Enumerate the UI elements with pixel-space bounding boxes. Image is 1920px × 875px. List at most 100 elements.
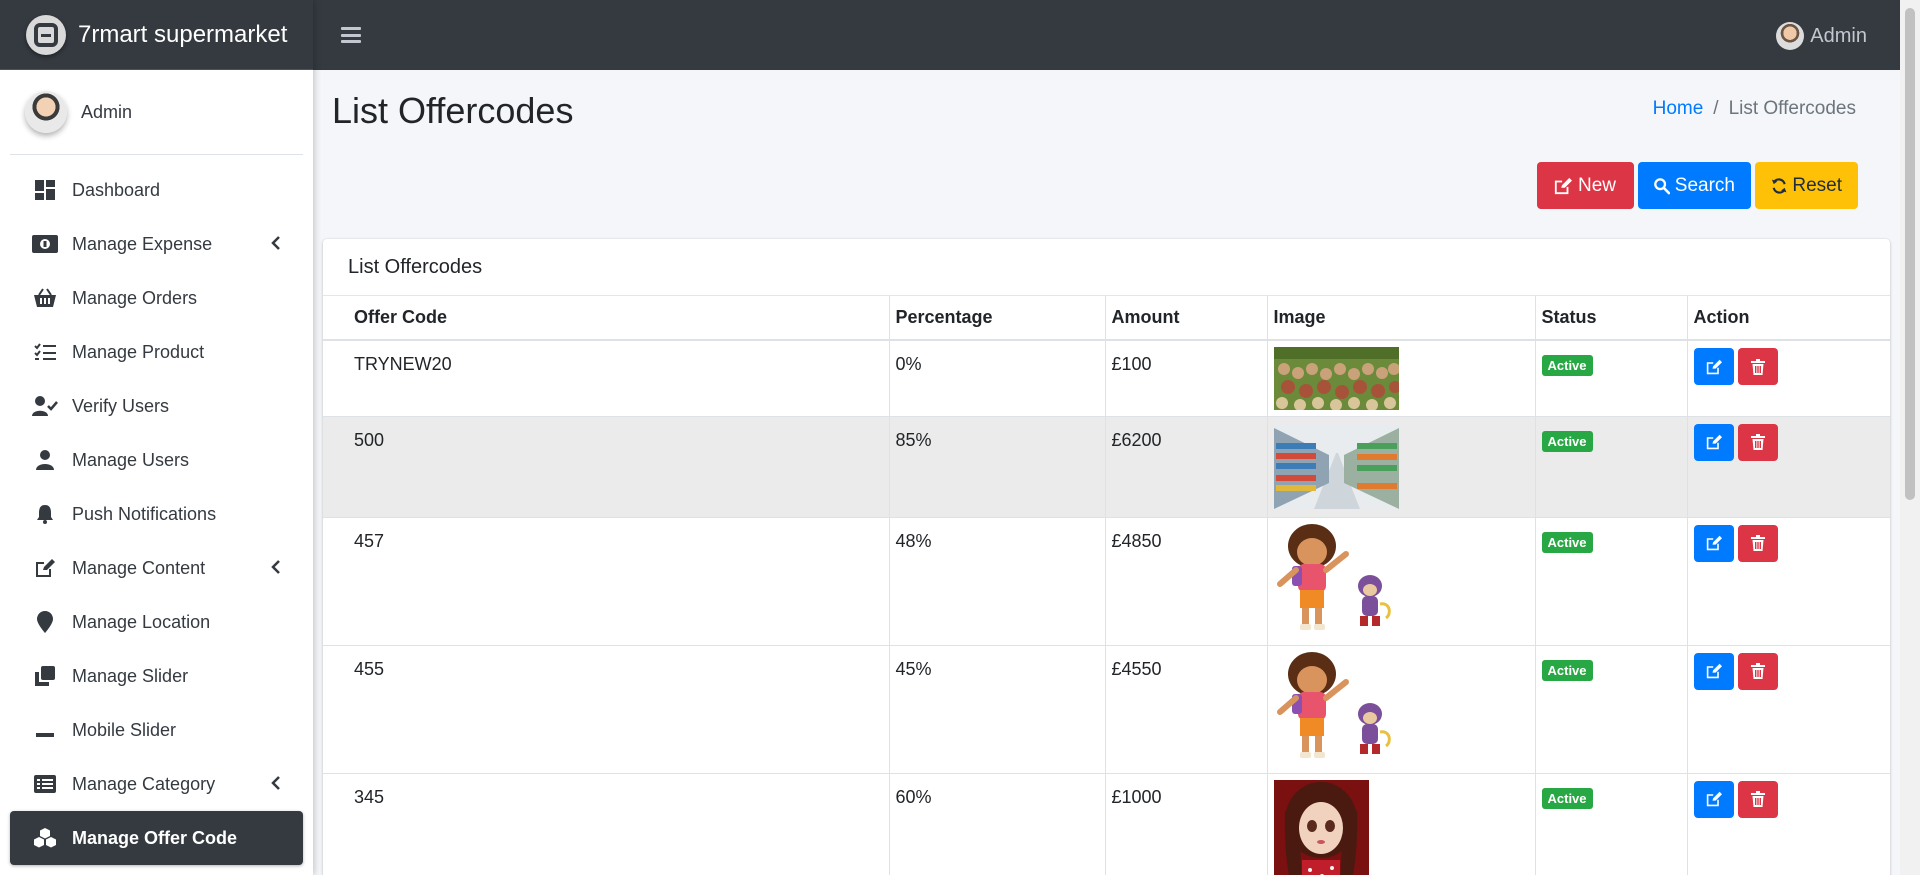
status-badge: Active — [1541, 355, 1593, 376]
new-button-label: New — [1578, 174, 1617, 196]
sidebar-item-label: Manage Slider — [72, 665, 189, 686]
percentage-cell: 48% — [888, 516, 1105, 645]
percentage-cell: 0% — [888, 339, 1105, 416]
trash-icon — [1750, 535, 1765, 551]
sidebar-item-manage-location[interactable]: Manage Location — [10, 595, 303, 649]
breadcrumb-home-link[interactable]: Home — [1653, 98, 1704, 119]
reset-button[interactable]: Reset — [1755, 162, 1858, 209]
row-actions — [1693, 423, 1891, 461]
brand-name: 7rmart supermarket — [78, 20, 288, 48]
column-header: Amount — [1104, 296, 1267, 341]
sync-icon — [1771, 177, 1787, 194]
sidebar-user-name[interactable]: Admin — [81, 102, 132, 123]
sidebar-item-manage-product[interactable]: Manage Product — [10, 325, 303, 379]
edit-button[interactable] — [1693, 652, 1734, 690]
edit-icon — [1554, 177, 1572, 194]
sidebar-item-manage-slider[interactable]: Manage Slider — [10, 649, 303, 703]
toolbar: New Search Reset — [1537, 162, 1858, 209]
cubes-icon — [32, 827, 58, 849]
delete-button[interactable] — [1737, 780, 1778, 818]
main-content: List Offercodes Home / List Offercodes New… — [313, 70, 1900, 875]
sidebar-item-manage-offer-code[interactable]: Manage Offer Code — [10, 811, 303, 865]
offer-image — [1273, 422, 1399, 509]
edit-icon — [1706, 535, 1722, 551]
sidebar-item-label: Manage Content — [72, 557, 206, 578]
sidebar-item-verify-users[interactable]: Verify Users — [10, 379, 303, 433]
page-title: List Offercodes — [332, 90, 574, 131]
breadcrumb-separator: / — [1713, 98, 1719, 119]
offer-code-cell: 457 — [323, 516, 889, 645]
edit-button[interactable] — [1693, 348, 1734, 385]
column-header: Action — [1686, 296, 1890, 341]
percentage-cell: 45% — [888, 644, 1105, 773]
sidebar-item-dashboard[interactable]: Dashboard — [10, 163, 303, 217]
brand-logo-icon — [26, 14, 66, 55]
sidebar-item-manage-expense[interactable]: Manage Expense — [10, 217, 303, 271]
edit-button[interactable] — [1693, 780, 1734, 818]
delete-button[interactable] — [1737, 348, 1778, 385]
delete-button[interactable] — [1737, 423, 1778, 461]
breadcrumb-current: List Offercodes — [1728, 98, 1856, 119]
sidebar-item-mobile-slider[interactable]: Mobile Slider — [10, 703, 303, 757]
trash-icon — [1750, 358, 1765, 375]
offer-code-cell: 500 — [323, 415, 889, 517]
clone-icon — [32, 665, 58, 687]
new-button[interactable]: New — [1537, 162, 1634, 209]
menu-toggle-icon[interactable] — [341, 27, 361, 43]
row-actions — [1693, 652, 1891, 690]
avatar — [1776, 22, 1805, 50]
amount-cell: £4550 — [1104, 644, 1267, 773]
chevron-left-icon — [271, 774, 281, 795]
amount-cell: £100 — [1104, 339, 1267, 416]
breadcrumb: Home / List Offercodes — [1653, 98, 1856, 120]
edit-button[interactable] — [1693, 423, 1734, 461]
search-icon — [1654, 177, 1670, 194]
offer-code-cell: 455 — [323, 644, 889, 773]
offercodes-card: List Offercodes Offer Code Percentage Am… — [323, 239, 1890, 875]
bell-icon — [32, 503, 58, 525]
row-actions — [1693, 348, 1891, 385]
avatar — [25, 91, 67, 133]
percentage-cell: 60% — [888, 772, 1105, 875]
sidebar-item-label: Manage Orders — [72, 287, 198, 308]
minus-icon — [32, 719, 58, 741]
trash-icon — [1750, 434, 1765, 450]
sidebar-item-label: Manage Offer Code — [72, 827, 238, 848]
delete-button[interactable] — [1737, 524, 1778, 562]
sidebar-item-label: Mobile Slider — [72, 719, 177, 740]
sidebar-item-label: Manage Product — [72, 341, 205, 362]
amount-cell: £1000 — [1104, 772, 1267, 875]
amount-cell: £6200 — [1104, 415, 1267, 517]
sidebar-item-manage-content[interactable]: Manage Content — [10, 541, 303, 595]
table-header-row: Offer Code Percentage Amount Image Statu… — [323, 296, 1890, 341]
user-icon — [32, 449, 58, 471]
sidebar: 7rmart supermarket Admin Dashboard Manag… — [0, 0, 313, 875]
scrollbar-thumb[interactable] — [1905, 8, 1915, 500]
offer-code-cell: 345 — [323, 772, 889, 875]
sidebar-item-label: Push Notifications — [72, 503, 217, 524]
brand-link[interactable]: 7rmart supermarket — [0, 0, 313, 70]
offer-image — [1273, 779, 1369, 875]
sidebar-item-manage-orders[interactable]: Manage Orders — [10, 271, 303, 325]
amount-cell: £4850 — [1104, 516, 1267, 645]
money-icon — [32, 233, 58, 255]
offer-image — [1273, 523, 1399, 640]
status-badge: Active — [1541, 787, 1593, 809]
delete-button[interactable] — [1737, 652, 1778, 690]
percentage-cell: 85% — [888, 415, 1105, 517]
status-badge: Active — [1541, 659, 1593, 681]
table-row: 457 48% £4850 Active — [323, 516, 1890, 645]
table-row: 500 85% £6200 Active — [323, 415, 1891, 517]
page-scrollbar[interactable] — [1900, 0, 1920, 875]
edit-button[interactable] — [1693, 524, 1734, 562]
table-row: 455 45% £4550 Active — [323, 644, 1891, 773]
trash-icon — [1750, 791, 1765, 807]
sidebar-item-manage-category[interactable]: Manage Category — [10, 757, 303, 811]
top-user-name: Admin — [1810, 24, 1867, 47]
column-header: Offer Code — [323, 296, 889, 341]
sidebar-item-manage-users[interactable]: Manage Users — [10, 433, 303, 487]
user-menu[interactable]: Admin — [1776, 22, 1867, 50]
sidebar-item-push-notifications[interactable]: Push Notifications — [10, 487, 303, 541]
search-button[interactable]: Search — [1638, 162, 1751, 209]
user-panel: Admin — [10, 70, 303, 155]
